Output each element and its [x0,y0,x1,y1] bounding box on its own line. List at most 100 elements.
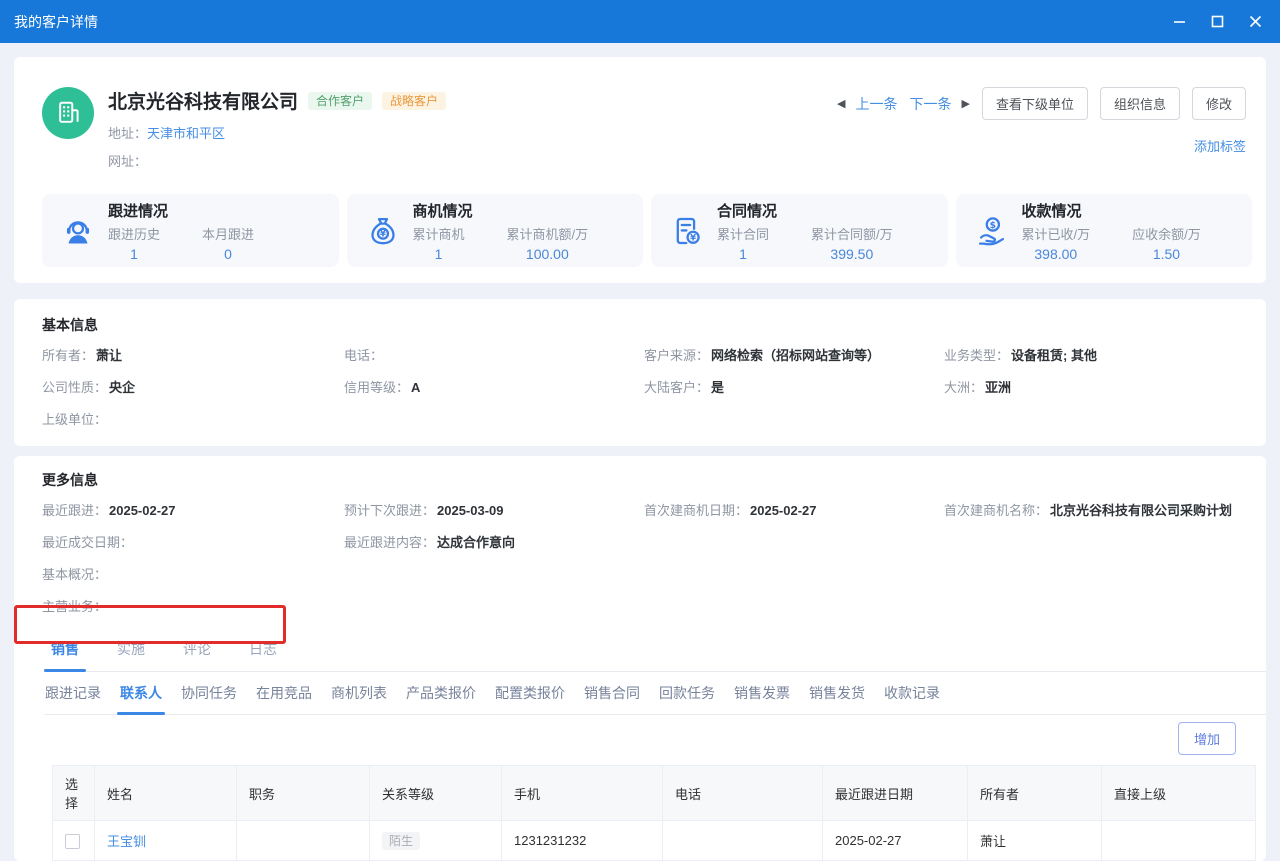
contact-name-link[interactable]: 王宝钏 [107,834,146,849]
metric-value: 1 [413,246,465,262]
field-last-followup: 最近跟进：2025-02-27 [42,503,344,519]
building-icon [53,97,83,130]
address-label: 地址： [108,126,147,141]
subtab-competing-products[interactable]: 在用竞品 [255,683,313,714]
col-phone: 电话 [663,766,823,821]
next-arrow-icon[interactable]: ▶ [961,97,969,110]
field-owner: 所有者：萧让 [42,348,344,364]
metric-label: 累计合同额/万 [811,224,893,243]
col-direct-superior: 直接上级 [1102,766,1256,821]
field-first-opportunity-name: 首次建商机名称：北京光谷科技有限公司采购计划 [944,503,1250,519]
cell-job-title [237,821,370,861]
metric-value: 1.50 [1132,246,1201,262]
next-record-link[interactable]: 下一条 [909,94,951,114]
field-continent: 大洲：亚洲 [944,380,1250,396]
subtab-sales-invoices[interactable]: 销售发票 [733,683,791,714]
address-link[interactable]: 天津市和平区 [147,126,225,141]
metric-label: 累计商机额/万 [507,224,589,243]
subtab-config-quotes[interactable]: 配置类报价 [494,683,566,714]
tag-strategic-customer: 战略客户 [382,92,446,110]
cell-owner: 萧让 [968,821,1102,861]
field-credit-rating: 信用等级：A [344,380,644,396]
stat-title: 收款情况 [1022,200,1243,221]
col-name: 姓名 [95,766,237,821]
detail-card: 更多信息 最近跟进：2025-02-27 预计下次跟进：2025-03-09 首… [14,456,1266,861]
stat-card-payment: $ 收款情况 累计已收/万 398.00 应收余额/万 1 [956,194,1253,267]
view-subunits-button[interactable]: 查看下级单位 [982,87,1088,120]
cell-mobile: 1231231232 [502,821,663,861]
field-basic-overview: 基本概况： [42,567,1250,583]
tab-implementation[interactable]: 实施 [110,636,152,671]
minimize-icon[interactable] [1164,8,1194,36]
field-main-business: 主营业务： [42,599,1250,615]
prev-arrow-icon[interactable]: ◀ [837,97,845,110]
cell-phone [663,821,823,861]
stat-title: 跟进情况 [108,200,329,221]
basic-info-card: 基本信息 所有者：萧让 电话： 客户来源：网络检索（招标网站查询等） 业务类型：… [14,299,1266,446]
metric-label: 本月跟进 [202,224,254,243]
metric-label: 跟进历史 [108,224,160,243]
address-row: 地址：天津市和平区 [108,123,837,142]
col-job-title: 职务 [237,766,370,821]
basic-info-title: 基本信息 [42,315,1250,335]
prev-record-link[interactable]: 上一条 [855,94,897,114]
metric-value: 1 [108,246,160,262]
table-header-row: 选择 姓名 职务 关系等级 手机 电话 最近跟进日期 所有者 直接上级 [53,766,1256,821]
company-avatar [42,87,94,139]
tag-cooperative-customer: 合作客户 [308,92,372,110]
field-customer-source: 客户来源：网络检索（招标网站查询等） [644,348,944,364]
table-row: 王宝钏 陌生 1231231232 2025-02-27 萧让 [53,821,1256,861]
customer-header-card: 北京光谷科技有限公司 合作客户 战略客户 地址：天津市和平区 网址： ◀ 上一条… [14,57,1266,283]
stat-card-contract: ¥ 合同情况 累计合同 1 累计合同额/万 399.50 [651,194,948,267]
subtab-collab-tasks[interactable]: 协同任务 [180,683,238,714]
org-info-button[interactable]: 组织信息 [1100,87,1180,120]
col-select: 选择 [53,766,95,821]
close-icon[interactable] [1240,8,1270,36]
metric-label: 累计已收/万 [1022,224,1091,243]
svg-text:$: $ [989,220,995,231]
metric-value: 398.00 [1022,246,1091,262]
subtab-contacts[interactable]: 联系人 [119,683,163,714]
website-label: 网址： [108,154,147,169]
stat-title: 商机情况 [413,200,634,221]
subtab-opportunity-list[interactable]: 商机列表 [330,683,388,714]
subtab-sales-contracts[interactable]: 销售合同 [583,683,641,714]
field-mainland-customer: 大陆客户：是 [644,380,944,396]
stat-card-followup: 跟进情况 跟进历史 1 本月跟进 0 [42,194,339,267]
metric-value: 100.00 [507,246,589,262]
subtab-product-quotes[interactable]: 产品类报价 [405,683,477,714]
company-name: 北京光谷科技有限公司 [108,87,298,114]
subtab-sales-shipments[interactable]: 销售发货 [808,683,866,714]
field-business-type: 业务类型：设备租赁; 其他 [944,348,1250,364]
col-last-follow-date: 最近跟进日期 [823,766,968,821]
metric-label: 累计合同 [717,224,769,243]
stat-cards-row: 跟进情况 跟进历史 1 本月跟进 0 [42,194,1252,267]
metric-label: 应收余额/万 [1132,224,1201,243]
relation-level-badge: 陌生 [382,832,420,850]
more-info-title: 更多信息 [42,470,1250,490]
field-first-opportunity-date: 首次建商机日期：2025-02-27 [644,503,944,519]
tab-logs[interactable]: 日志 [242,636,284,671]
maximize-icon[interactable] [1202,8,1232,36]
subtab-collection-tasks[interactable]: 回款任务 [658,683,716,714]
row-select-checkbox[interactable] [65,834,80,849]
modify-button[interactable]: 修改 [1192,87,1246,120]
sub-tab-bar: 跟进记录 联系人 协同任务 在用竞品 商机列表 产品类报价 配置类报价 销售合同… [44,672,1266,715]
add-tag-link[interactable]: 添加标签 [1194,139,1246,154]
tab-comments[interactable]: 评论 [176,636,218,671]
svg-text:¥: ¥ [690,233,696,243]
metric-label: 累计商机 [413,224,465,243]
tab-sales[interactable]: 销售 [44,636,86,671]
add-contact-button[interactable]: 增加 [1178,722,1236,755]
website-row: 网址： [108,151,837,170]
stat-title: 合同情况 [717,200,938,221]
subtab-payment-records[interactable]: 收款记录 [883,683,941,714]
svg-text:¥: ¥ [380,230,386,240]
metric-value: 0 [202,246,254,262]
field-last-deal-date: 最近成交日期： [42,535,344,551]
col-mobile: 手机 [502,766,663,821]
subtab-followup-records[interactable]: 跟进记录 [44,683,102,714]
main-tab-bar: 销售 实施 评论 日志 [44,636,1266,672]
field-next-followup: 预计下次跟进：2025-03-09 [344,503,644,519]
contacts-table: 选择 姓名 职务 关系等级 手机 电话 最近跟进日期 所有者 直接上级 王宝钏 … [52,765,1256,861]
